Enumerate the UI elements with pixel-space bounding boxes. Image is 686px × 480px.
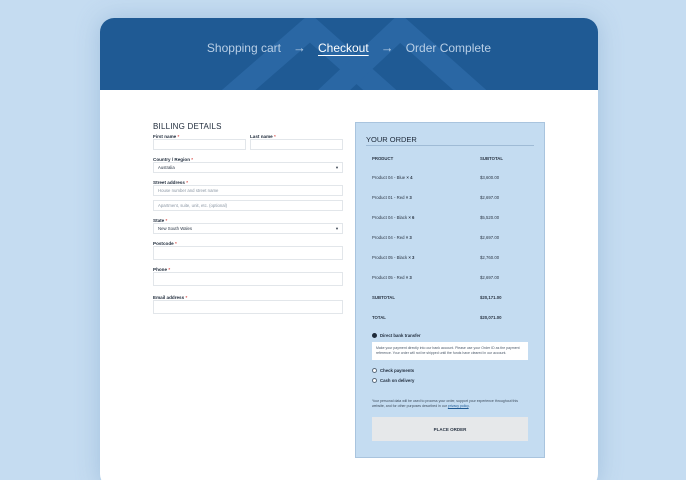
postcode-field[interactable] — [153, 246, 343, 260]
state-select[interactable]: New South Wales ▾ — [153, 223, 343, 234]
payment-methods: Direct bank transfer Make your payment d… — [372, 333, 530, 383]
checkout-header: Shopping cart → Checkout → Order Complet… — [100, 18, 598, 90]
table-row: Product 01 - Red × 3 $2,697.00 — [372, 194, 500, 200]
payment-option-bank[interactable]: Direct bank transfer — [372, 333, 530, 338]
step-checkout[interactable]: Checkout — [318, 41, 369, 55]
email-field[interactable] — [153, 300, 343, 314]
step-shopping-cart[interactable]: Shopping cart — [207, 41, 281, 55]
checkout-card: Shopping cart → Checkout → Order Complet… — [100, 18, 598, 480]
divider — [366, 145, 534, 146]
table-row: Product 05 - Black × 3 $2,760.00 — [372, 254, 500, 260]
order-table-header: PRODUCT SUBTOTAL — [372, 153, 532, 163]
last-name-field[interactable] — [250, 139, 343, 150]
chevron-down-icon: ▾ — [335, 164, 338, 170]
street-address-line1-field[interactable]: House number and street name — [153, 185, 343, 196]
place-order-button[interactable]: PLACE ORDER — [372, 417, 528, 441]
order-table: PRODUCT SUBTOTAL Product 04 - Blue × 4 $… — [372, 153, 532, 327]
phone-field[interactable] — [153, 272, 343, 286]
subtotal-row: SUBTOTAL $20,171.00 — [372, 294, 502, 300]
subtotal-column-header: SUBTOTAL — [480, 155, 503, 161]
radio-selected-icon — [372, 333, 377, 338]
payment-option-cod[interactable]: Cash on delivery — [372, 378, 530, 383]
product-column-header: PRODUCT — [372, 155, 394, 161]
radio-icon — [372, 368, 377, 373]
breadcrumb: Shopping cart → Checkout → Order Complet… — [100, 40, 598, 55]
privacy-policy-link[interactable]: privacy policy — [448, 404, 469, 408]
bank-transfer-description: Make your payment directly into our bank… — [372, 342, 528, 360]
order-title: YOUR ORDER — [366, 135, 417, 144]
step-order-complete: Order Complete — [405, 40, 492, 55]
billing-title: BILLING DETAILS — [153, 122, 222, 131]
payment-option-cheque[interactable]: Check payments — [372, 368, 530, 373]
radio-icon — [372, 378, 377, 383]
table-row: Product 04 - Black × 6 $5,520.00 — [372, 214, 500, 220]
arrow-right-icon: → — [292, 40, 306, 55]
table-row: Product 05 - Red × 3 $2,697.00 — [372, 274, 500, 280]
order-summary: YOUR ORDER PRODUCT SUBTOTAL Product 04 -… — [355, 122, 545, 458]
street-address-line2-field[interactable]: Apartment, suite, unit, etc. (optional) — [153, 200, 343, 211]
table-row: Product 04 - Red × 3 $2,697.00 — [372, 234, 500, 240]
country-select[interactable]: Australia ▾ — [153, 162, 343, 173]
privacy-notice: Your personal data will be used to proce… — [372, 399, 518, 408]
arrow-right-icon: → — [380, 40, 394, 55]
total-row: TOTAL $20,071.00 — [372, 314, 502, 320]
chevron-down-icon: ▾ — [335, 225, 338, 231]
first-name-field[interactable] — [153, 139, 246, 150]
billing-details-form: BILLING DETAILS First name * Last name *… — [153, 122, 343, 314]
table-row: Product 04 - Blue × 4 $3,600.00 — [372, 174, 500, 180]
